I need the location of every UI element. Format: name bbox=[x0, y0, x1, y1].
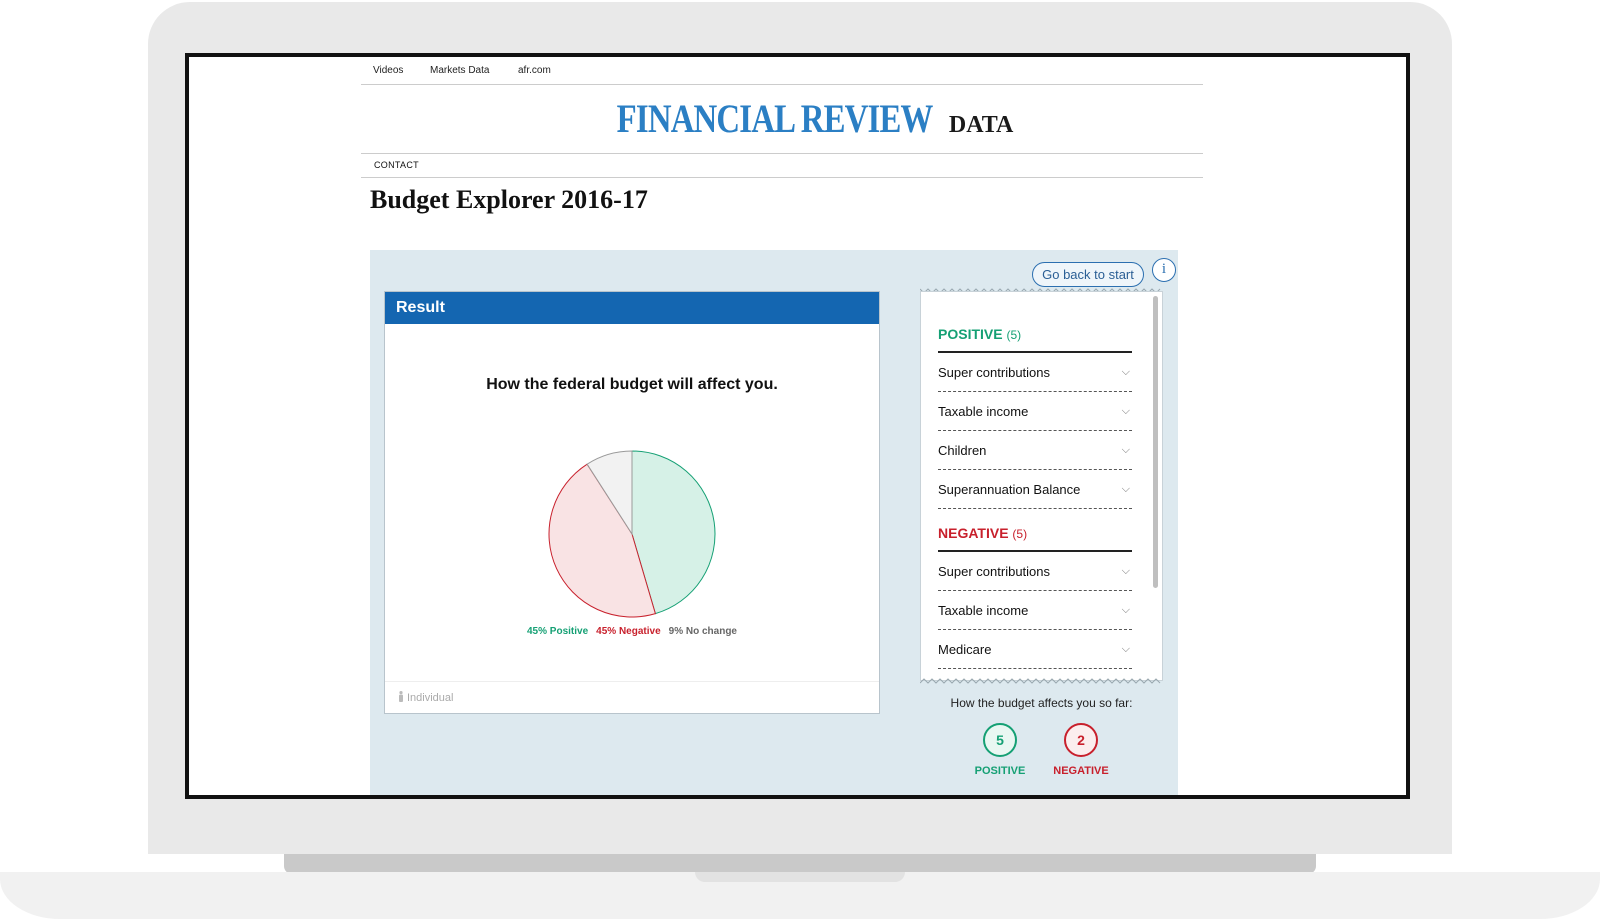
positive-item-label: Superannuation Balance bbox=[938, 482, 1081, 497]
top-navigation: Videos Markets Data afr.com bbox=[361, 63, 1203, 85]
logo-sub-text: DATA bbox=[948, 112, 1014, 138]
nav-link-afr[interactable]: afr.com bbox=[518, 65, 551, 76]
summary-label: How the budget affects you so far: bbox=[950, 696, 1133, 710]
positive-item[interactable]: Children ⌵ bbox=[938, 431, 1132, 470]
legend-positive: 45% Positive bbox=[527, 626, 589, 637]
laptop-screen: Videos Markets Data afr.com FINANCIAL RE… bbox=[185, 53, 1410, 799]
positive-count-badge: 5 bbox=[983, 723, 1017, 757]
category-list-panel: POSITIVE (5) Super contributions ⌵ Taxable… bbox=[920, 291, 1163, 681]
negative-count-badge: 2 bbox=[1064, 723, 1098, 757]
negative-items-list: Super contributions ⌵ Taxable income ⌵ Medic… bbox=[938, 552, 1132, 669]
chevron-down-icon[interactable]: ⌵ bbox=[1122, 431, 1130, 470]
negative-group-title: NEGATIVE (5) bbox=[938, 519, 1132, 552]
nav-link-videos[interactable]: Videos bbox=[373, 65, 403, 76]
chevron-down-icon[interactable]: ⌵ bbox=[1122, 353, 1130, 392]
chevron-down-icon[interactable]: ⌵ bbox=[1122, 630, 1130, 669]
positive-badge-label: POSITIVE bbox=[974, 765, 1026, 777]
negative-count: (5) bbox=[1012, 527, 1028, 541]
list-scrollbar[interactable] bbox=[1153, 296, 1158, 588]
positive-item-label: Children bbox=[938, 443, 987, 458]
footer-individual-label: Individual bbox=[407, 692, 454, 704]
result-card: Result How the federal budget will affec… bbox=[384, 291, 880, 714]
negative-item-label: Taxable income bbox=[938, 603, 1029, 618]
chevron-down-icon[interactable]: ⌵ bbox=[1122, 591, 1130, 630]
negative-item[interactable]: Taxable income ⌵ bbox=[938, 591, 1132, 630]
positive-item-label: Taxable income bbox=[938, 404, 1029, 419]
positive-items-list: Super contributions ⌵ Taxable income ⌵ Child… bbox=[938, 353, 1132, 509]
site-logo[interactable]: FINANCIAL REVIEW DATA bbox=[189, 95, 1406, 142]
negative-item[interactable]: Super contributions ⌵ bbox=[938, 552, 1132, 591]
nav-link-markets-data[interactable]: Markets Data bbox=[430, 65, 489, 76]
result-footer: Individual bbox=[385, 681, 879, 713]
go-back-to-start-button[interactable]: Go back to start bbox=[1032, 262, 1144, 287]
list-bottom-edge bbox=[920, 678, 1161, 684]
positive-title: POSITIVE bbox=[938, 326, 1003, 342]
laptop-hinge bbox=[284, 854, 1316, 874]
result-question: How the federal budget will affect you. bbox=[486, 376, 778, 393]
budget-explorer-panel: Go back to start i Result How the federa… bbox=[370, 250, 1178, 795]
positive-item[interactable]: Taxable income ⌵ bbox=[938, 392, 1132, 431]
positive-count: (5) bbox=[1006, 328, 1022, 342]
result-header: Result bbox=[385, 292, 879, 324]
positive-item[interactable]: Super contributions ⌵ bbox=[938, 353, 1132, 392]
laptop-notch bbox=[695, 872, 905, 882]
negative-badge-label: NEGATIVE bbox=[1053, 765, 1109, 777]
negative-item-label: Super contributions bbox=[938, 564, 1051, 579]
page-title: Budget Explorer 2016-17 bbox=[370, 185, 648, 214]
laptop-base bbox=[0, 854, 1600, 919]
person-icon bbox=[399, 691, 403, 702]
legend-negative: 45% Negative bbox=[596, 626, 661, 637]
chevron-down-icon[interactable]: ⌵ bbox=[1122, 552, 1130, 591]
positive-item-label: Super contributions bbox=[938, 365, 1051, 380]
result-pie-chart bbox=[548, 450, 716, 618]
nav-link-contact[interactable]: CONTACT bbox=[374, 160, 419, 170]
chevron-down-icon[interactable]: ⌵ bbox=[1122, 392, 1130, 431]
positive-group-title: POSITIVE (5) bbox=[938, 320, 1132, 353]
negative-title: NEGATIVE bbox=[938, 525, 1009, 541]
logo-main-text: FINANCIAL REVIEW bbox=[616, 96, 933, 141]
chevron-down-icon[interactable]: ⌵ bbox=[1122, 470, 1130, 509]
positive-item[interactable]: Superannuation Balance ⌵ bbox=[938, 470, 1132, 509]
negative-item-label: Medicare bbox=[938, 642, 992, 657]
negative-item[interactable]: Medicare ⌵ bbox=[938, 630, 1132, 669]
section-navigation: CONTACT bbox=[361, 153, 1203, 178]
info-icon[interactable]: i bbox=[1152, 258, 1176, 282]
pie-legend: 45% Positive 45% Negative 9% No change bbox=[385, 626, 879, 637]
legend-no-change: 9% No change bbox=[668, 626, 737, 637]
